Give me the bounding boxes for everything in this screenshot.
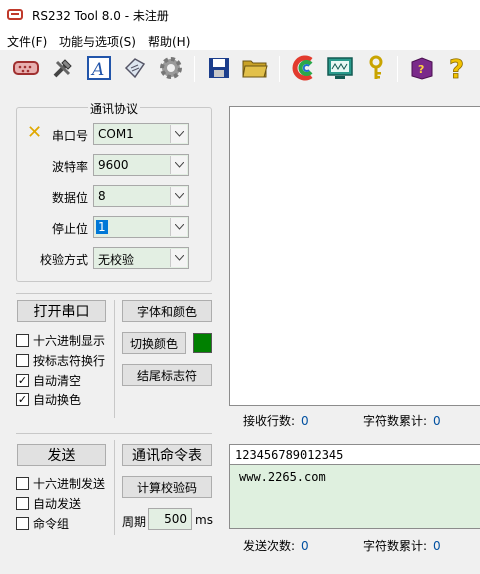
auto-send-checkbox[interactable]: 自动发送 (16, 495, 81, 512)
chevron-down-icon (170, 125, 187, 143)
hex-display-checkbox[interactable]: 十六进制显示 (16, 332, 105, 349)
cmd-group-checkbox[interactable]: 命令组 (16, 515, 69, 532)
title-bar: RS232 Tool 8.0 - 未注册 (0, 0, 480, 30)
svg-text:A: A (90, 60, 104, 80)
baud-label: 波特率 (51, 160, 88, 174)
receive-rows-value: 0 (301, 414, 309, 428)
wrap-by-marker-label: 按标志符换行 (33, 354, 106, 368)
calc-checksum-button[interactable]: 计算校验码 (122, 476, 212, 498)
text-font-icon[interactable]: A (85, 54, 113, 82)
chevron-down-icon (170, 249, 187, 267)
check-icon[interactable]: ✓ (16, 374, 29, 387)
gear-icon[interactable] (157, 54, 185, 82)
open-folder-icon[interactable] (241, 54, 269, 82)
hex-send-label: 十六进制发送 (33, 477, 106, 491)
send-count-value: 0 (301, 539, 309, 553)
send-button[interactable]: 发送 (17, 444, 106, 466)
checkbox-box[interactable] (16, 334, 29, 347)
end-marker-button[interactable]: 结尾标志符 (122, 364, 212, 386)
checkbox-box[interactable] (16, 354, 29, 367)
port-select[interactable]: COM1 (93, 123, 189, 145)
open-port-button[interactable]: 打开串口 (17, 300, 106, 322)
chevron-down-icon (170, 187, 187, 205)
stop-bits-select[interactable]: 1 (93, 216, 189, 238)
parity-value: 无校验 (98, 253, 135, 267)
send-count-label: 发送次数: (243, 539, 296, 553)
auto-clear-checkbox[interactable]: ✓ 自动清空 (16, 372, 81, 389)
checkbox-box[interactable] (16, 477, 29, 490)
data-bits-select[interactable]: 8 (93, 185, 189, 207)
menu-bar: 文件(F) 功能与选项(S) 帮助(H) (0, 30, 480, 50)
send-chars-stat: 字符数累计: 0 (363, 537, 441, 554)
menu-help[interactable]: 帮助(H) (148, 33, 190, 50)
serial-port-icon[interactable] (12, 54, 40, 82)
divider (114, 300, 115, 418)
font-color-button[interactable]: 字体和颜色 (122, 300, 212, 322)
tag-icon[interactable] (121, 54, 149, 82)
help-icon[interactable]: ? (444, 54, 472, 82)
wrap-by-marker-checkbox[interactable]: 按标志符换行 (16, 352, 105, 369)
auto-color-checkbox[interactable]: ✓ 自动换色 (16, 391, 81, 408)
port-label: 串口号 (51, 129, 88, 143)
receive-chars-value: 0 (433, 414, 441, 428)
parity-label: 校验方式 (39, 253, 88, 267)
cmd-table-button[interactable]: 通讯命令表 (122, 444, 212, 466)
check-icon[interactable]: ✓ (16, 393, 29, 406)
divider (16, 433, 212, 434)
book-icon[interactable]: ? (408, 54, 436, 82)
app-icon (7, 9, 23, 20)
window-title: RS232 Tool 8.0 - 未注册 (32, 9, 169, 23)
baud-select[interactable]: 9600 (93, 154, 189, 176)
stop-bits-label: 停止位 (51, 222, 88, 236)
baud-value: 9600 (98, 158, 129, 172)
period-label: 周期 (122, 515, 147, 529)
save-icon[interactable] (205, 54, 233, 82)
key-icon[interactable] (362, 54, 390, 82)
toolbar: A ? ? (0, 50, 480, 88)
checkbox-box[interactable] (16, 497, 29, 510)
auto-send-label: 自动发送 (33, 497, 82, 511)
send-chars-value: 0 (433, 539, 441, 553)
comm-settings-title: 通讯协议 (88, 100, 141, 117)
send-text: www.2265.com (239, 470, 326, 484)
send-command-input[interactable]: 123456789012345 (229, 444, 480, 465)
port-value: COM1 (98, 127, 134, 141)
hex-send-checkbox[interactable]: 十六进制发送 (16, 475, 105, 492)
monitor-icon[interactable] (326, 54, 354, 82)
period-unit: ms (195, 513, 213, 527)
data-bits-label: 数据位 (51, 191, 88, 205)
chevron-down-icon (170, 218, 187, 236)
auto-color-label: 自动换色 (33, 393, 82, 407)
toolbar-separator (194, 56, 195, 82)
data-bits-value: 8 (98, 189, 106, 203)
receive-rows-stat: 接收行数: 0 (243, 412, 309, 429)
receive-area[interactable] (229, 106, 480, 406)
receive-chars-label: 字符数累计: (363, 414, 428, 428)
menu-file[interactable]: 文件(F) (7, 33, 47, 50)
period-input[interactable]: 500 (148, 508, 192, 530)
svg-text:?: ? (418, 63, 424, 76)
switch-color-button[interactable]: 切换颜色 (122, 332, 186, 354)
receive-chars-stat: 字符数累计: 0 (363, 412, 441, 429)
send-count-stat: 发送次数: 0 (243, 537, 309, 554)
cmd-group-label: 命令组 (33, 517, 70, 531)
menu-options[interactable]: 功能与选项(S) (59, 33, 136, 50)
checkbox-box[interactable] (16, 517, 29, 530)
auto-clear-label: 自动清空 (33, 374, 82, 388)
chevron-down-icon (170, 156, 187, 174)
toolbar-separator (279, 56, 280, 82)
receive-rows-label: 接收行数: (243, 414, 296, 428)
svg-text:?: ? (449, 55, 464, 82)
color-icon[interactable] (290, 54, 318, 82)
send-text-area[interactable]: www.2265.com (229, 465, 480, 529)
divider (114, 440, 115, 535)
toolbar-separator (397, 56, 398, 82)
send-chars-label: 字符数累计: (363, 539, 428, 553)
parity-select[interactable]: 无校验 (93, 247, 189, 269)
hex-display-label: 十六进制显示 (33, 334, 106, 348)
stop-bits-value: 1 (96, 220, 108, 234)
divider (16, 293, 212, 294)
color-swatch[interactable] (193, 333, 212, 353)
tools-icon[interactable] (49, 54, 77, 82)
